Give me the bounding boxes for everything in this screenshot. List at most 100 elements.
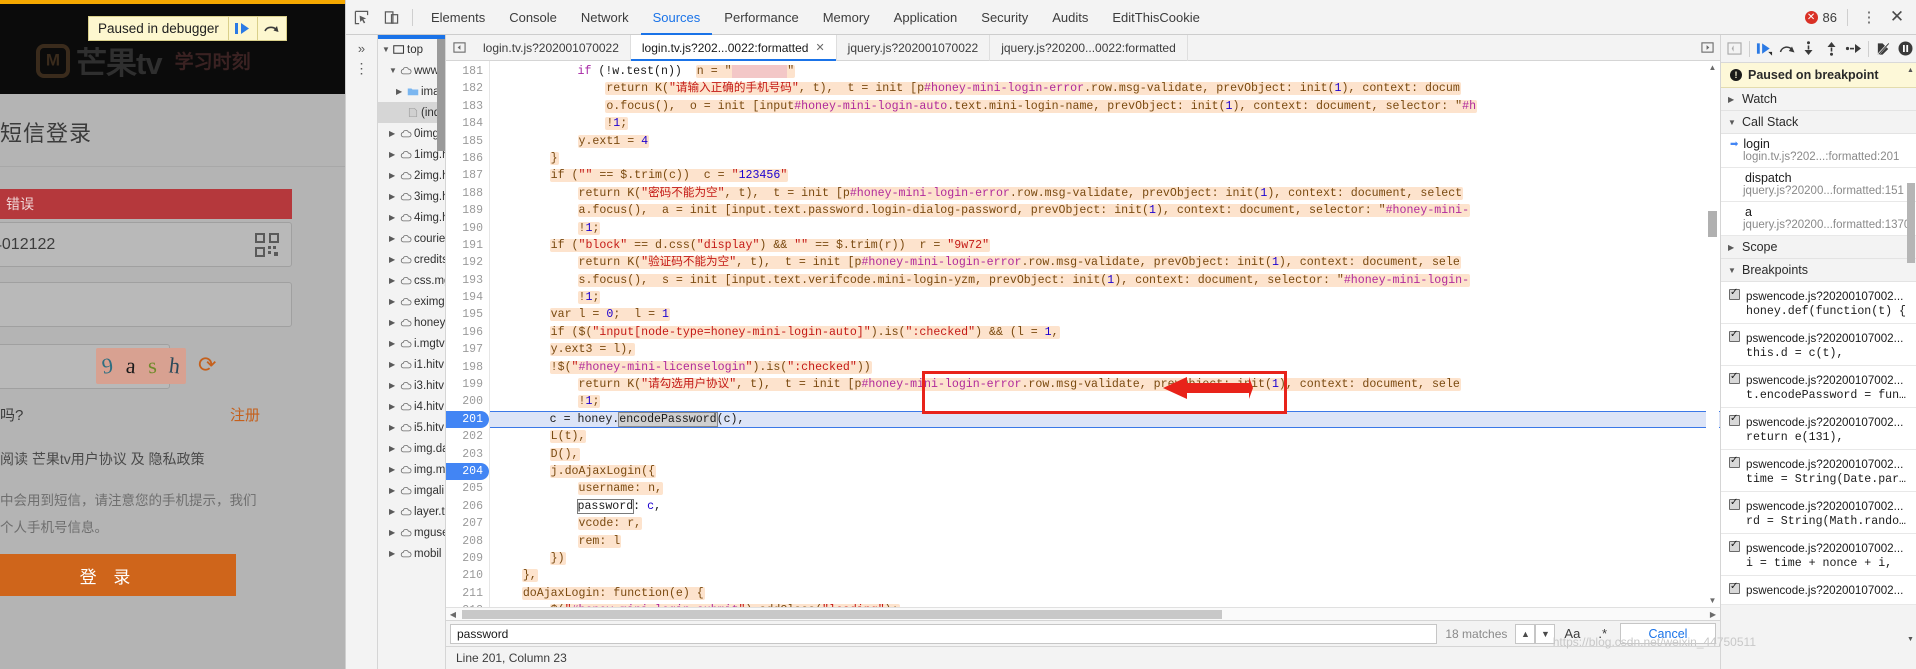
hscroll-thumb[interactable] xyxy=(462,609,1222,619)
customize-devtools-button[interactable]: ⋮ xyxy=(1858,10,1880,25)
tab-console[interactable]: Console xyxy=(497,0,569,35)
call-stack-section-header[interactable]: ▼ Call Stack xyxy=(1721,111,1916,134)
line-number-breakpoint[interactable]: 201 xyxy=(446,410,489,429)
navigator-item[interactable]: ▶0img.h xyxy=(378,123,445,144)
line-number[interactable]: 182 xyxy=(446,80,489,97)
code-line[interactable]: }, xyxy=(490,567,1720,584)
pause-on-exceptions-button[interactable] xyxy=(1895,37,1916,61)
disclosure-triangle-icon[interactable]: ▶ xyxy=(389,528,398,537)
line-number[interactable]: 194 xyxy=(446,289,489,306)
line-number-breakpoint[interactable]: 204 xyxy=(446,462,489,481)
disclosure-triangle-icon[interactable]: ▶ xyxy=(389,507,398,516)
line-number[interactable]: 189 xyxy=(446,202,489,219)
navigator-item[interactable]: ▶ 4img.h xyxy=(378,207,445,228)
inspect-element-button[interactable] xyxy=(346,4,376,30)
find-input[interactable] xyxy=(450,623,1438,644)
line-number[interactable]: 211 xyxy=(446,585,489,602)
watch-section-header[interactable]: ▶ Watch xyxy=(1721,88,1916,111)
tabs-more-button[interactable] xyxy=(1694,41,1720,54)
disclosure-triangle-icon[interactable]: ▶ xyxy=(389,318,398,327)
code-line[interactable]: j.doAjaxLogin({ xyxy=(490,463,1720,480)
login-submit-button[interactable]: 登 录 xyxy=(0,554,236,596)
code-line[interactable]: return K("验证码不能为空", t), t = init [p#hone… xyxy=(490,254,1720,271)
navigator-item[interactable]: ▶ css.mg xyxy=(378,270,445,291)
agreement-text[interactable]: 阅读 芒果tv用户协议 及 隐私政策 xyxy=(0,449,205,469)
disclosure-triangle-icon[interactable]: ▶ xyxy=(389,339,398,348)
navigator-item[interactable]: ▶ i4.hitv xyxy=(378,396,445,417)
navigator-item[interactable]: ▶ honey xyxy=(378,312,445,333)
phone-input[interactable]: 4012122 xyxy=(0,222,292,267)
line-number[interactable]: 196 xyxy=(446,324,489,341)
code-line[interactable]: return K("请输入正确的手机号码", t), t = init [p#h… xyxy=(490,80,1720,97)
call-stack-frame[interactable]: a jquery.js?20200...formatted:1370 xyxy=(1721,202,1916,236)
navigator-item[interactable]: ▶ i1.hitv xyxy=(378,354,445,375)
code-line[interactable]: s.focus(), s = init [input.text.verifcod… xyxy=(490,272,1720,289)
line-number[interactable]: 191 xyxy=(446,237,489,254)
breakpoint-checkbox[interactable] xyxy=(1729,455,1740,468)
disclosure-triangle-icon[interactable]: ▶ xyxy=(389,234,398,243)
qr-code-icon[interactable] xyxy=(255,233,279,257)
navigator-item[interactable]: ▶ img.m xyxy=(378,459,445,480)
line-number[interactable]: 206 xyxy=(446,498,489,515)
line-number[interactable]: 181 xyxy=(446,63,489,80)
navigator-scrollbar-thumb[interactable] xyxy=(437,39,445,151)
find-previous-button[interactable]: ▲ xyxy=(1515,623,1536,644)
disclosure-triangle-icon[interactable]: ▶ xyxy=(389,297,398,306)
breakpoint-checkbox[interactable] xyxy=(1729,287,1740,300)
code-line[interactable]: !1; xyxy=(490,393,1720,410)
line-number[interactable]: 208 xyxy=(446,533,489,550)
navigator-item[interactable]: ▶ i3.hitv xyxy=(378,375,445,396)
tab-network[interactable]: Network xyxy=(569,0,641,35)
step-into-button[interactable] xyxy=(1798,37,1819,61)
navigator-item[interactable]: ▶ i.mgtv xyxy=(378,333,445,354)
line-number[interactable]: 188 xyxy=(446,185,489,202)
sidebar-scrollbar-thumb[interactable] xyxy=(1907,183,1915,263)
line-number[interactable]: 202 xyxy=(446,428,489,445)
navigator-item[interactable]: ▶ mobil xyxy=(378,543,445,564)
breakpoint-item[interactable]: pswencode.js?20200107002... t.encodePassw… xyxy=(1721,366,1916,408)
code-horizontal-scrollbar[interactable]: ◀ ▶ xyxy=(446,607,1720,620)
line-number-gutter[interactable]: 181 182 183 184 185 186 187 188 189 190 191 192 193 1… xyxy=(446,61,490,607)
code-line[interactable]: }) xyxy=(490,550,1720,567)
code-line[interactable]: !1; xyxy=(490,220,1720,237)
tab-performance[interactable]: Performance xyxy=(712,0,810,35)
source-tab-login-formatted[interactable]: login.tv.js?202...0022:formatted ✕ xyxy=(630,34,837,61)
breakpoint-item[interactable]: pswencode.js?20200107002... return e(131)… xyxy=(1721,408,1916,450)
line-number[interactable]: 192 xyxy=(446,254,489,271)
scroll-down-icon[interactable]: ▼ xyxy=(1706,594,1719,607)
error-count-badge[interactable]: ✕ 86 xyxy=(1804,10,1837,25)
line-number[interactable]: 203 xyxy=(446,446,489,463)
breakpoint-item[interactable]: pswencode.js?20200107002... time = String… xyxy=(1721,450,1916,492)
code-line[interactable]: y.ext3 = l), xyxy=(490,341,1720,358)
navigator-item[interactable]: ▶ ima xyxy=(378,81,445,102)
line-number[interactable]: 193 xyxy=(446,272,489,289)
code-line[interactable]: if ($("input[node-type=honey-mini-login-… xyxy=(490,324,1720,341)
disclosure-triangle-icon[interactable]: ▶ xyxy=(389,381,398,390)
code-scrollbar-thumb[interactable] xyxy=(1708,211,1717,237)
more-panels-button[interactable]: » xyxy=(358,41,365,56)
disclosure-triangle-icon[interactable]: ▶ xyxy=(389,192,398,201)
code-line[interactable]: !1; xyxy=(490,115,1720,132)
disclosure-triangle-icon[interactable]: ▶ xyxy=(389,486,398,495)
overlay-resume-button[interactable] xyxy=(227,16,257,41)
breakpoint-item[interactable]: pswencode.js?20200107002... rd = String(M… xyxy=(1721,492,1916,534)
code-content[interactable]: if (!w.test(n)) n = "REDACTED" return K(… xyxy=(490,61,1720,607)
line-number[interactable]: 186 xyxy=(446,150,489,167)
line-number[interactable]: 200 xyxy=(446,393,489,410)
show-navigator-button[interactable] xyxy=(446,41,472,54)
navigator-item[interactable]: ▼ top xyxy=(378,39,445,60)
navigator-item[interactable]: ▶ layer.t xyxy=(378,501,445,522)
line-number[interactable]: 184 xyxy=(446,115,489,132)
password-input[interactable]: • xyxy=(0,282,292,327)
disclosure-triangle-icon[interactable]: ▼ xyxy=(382,45,391,54)
call-stack-frame[interactable]: ➡ login login.tv.js?202...:formatted:201 xyxy=(1721,134,1916,168)
scroll-up-icon[interactable]: ▲ xyxy=(1706,61,1719,74)
code-line[interactable]: !$("#honey-mini-licenselogin").is(":chec… xyxy=(490,359,1720,376)
tab-memory[interactable]: Memory xyxy=(811,0,882,35)
navigator-item[interactable]: ▶ i5.hitv xyxy=(378,417,445,438)
source-tab-login-raw[interactable]: login.tv.js?202001070022 xyxy=(472,34,631,61)
disclosure-triangle-icon[interactable]: ▶ xyxy=(389,402,398,411)
source-tab-jquery-formatted[interactable]: jquery.js?20200...0022:formatted xyxy=(990,34,1188,61)
close-tab-icon[interactable]: ✕ xyxy=(815,35,824,61)
overlay-step-over-button[interactable] xyxy=(256,16,286,41)
